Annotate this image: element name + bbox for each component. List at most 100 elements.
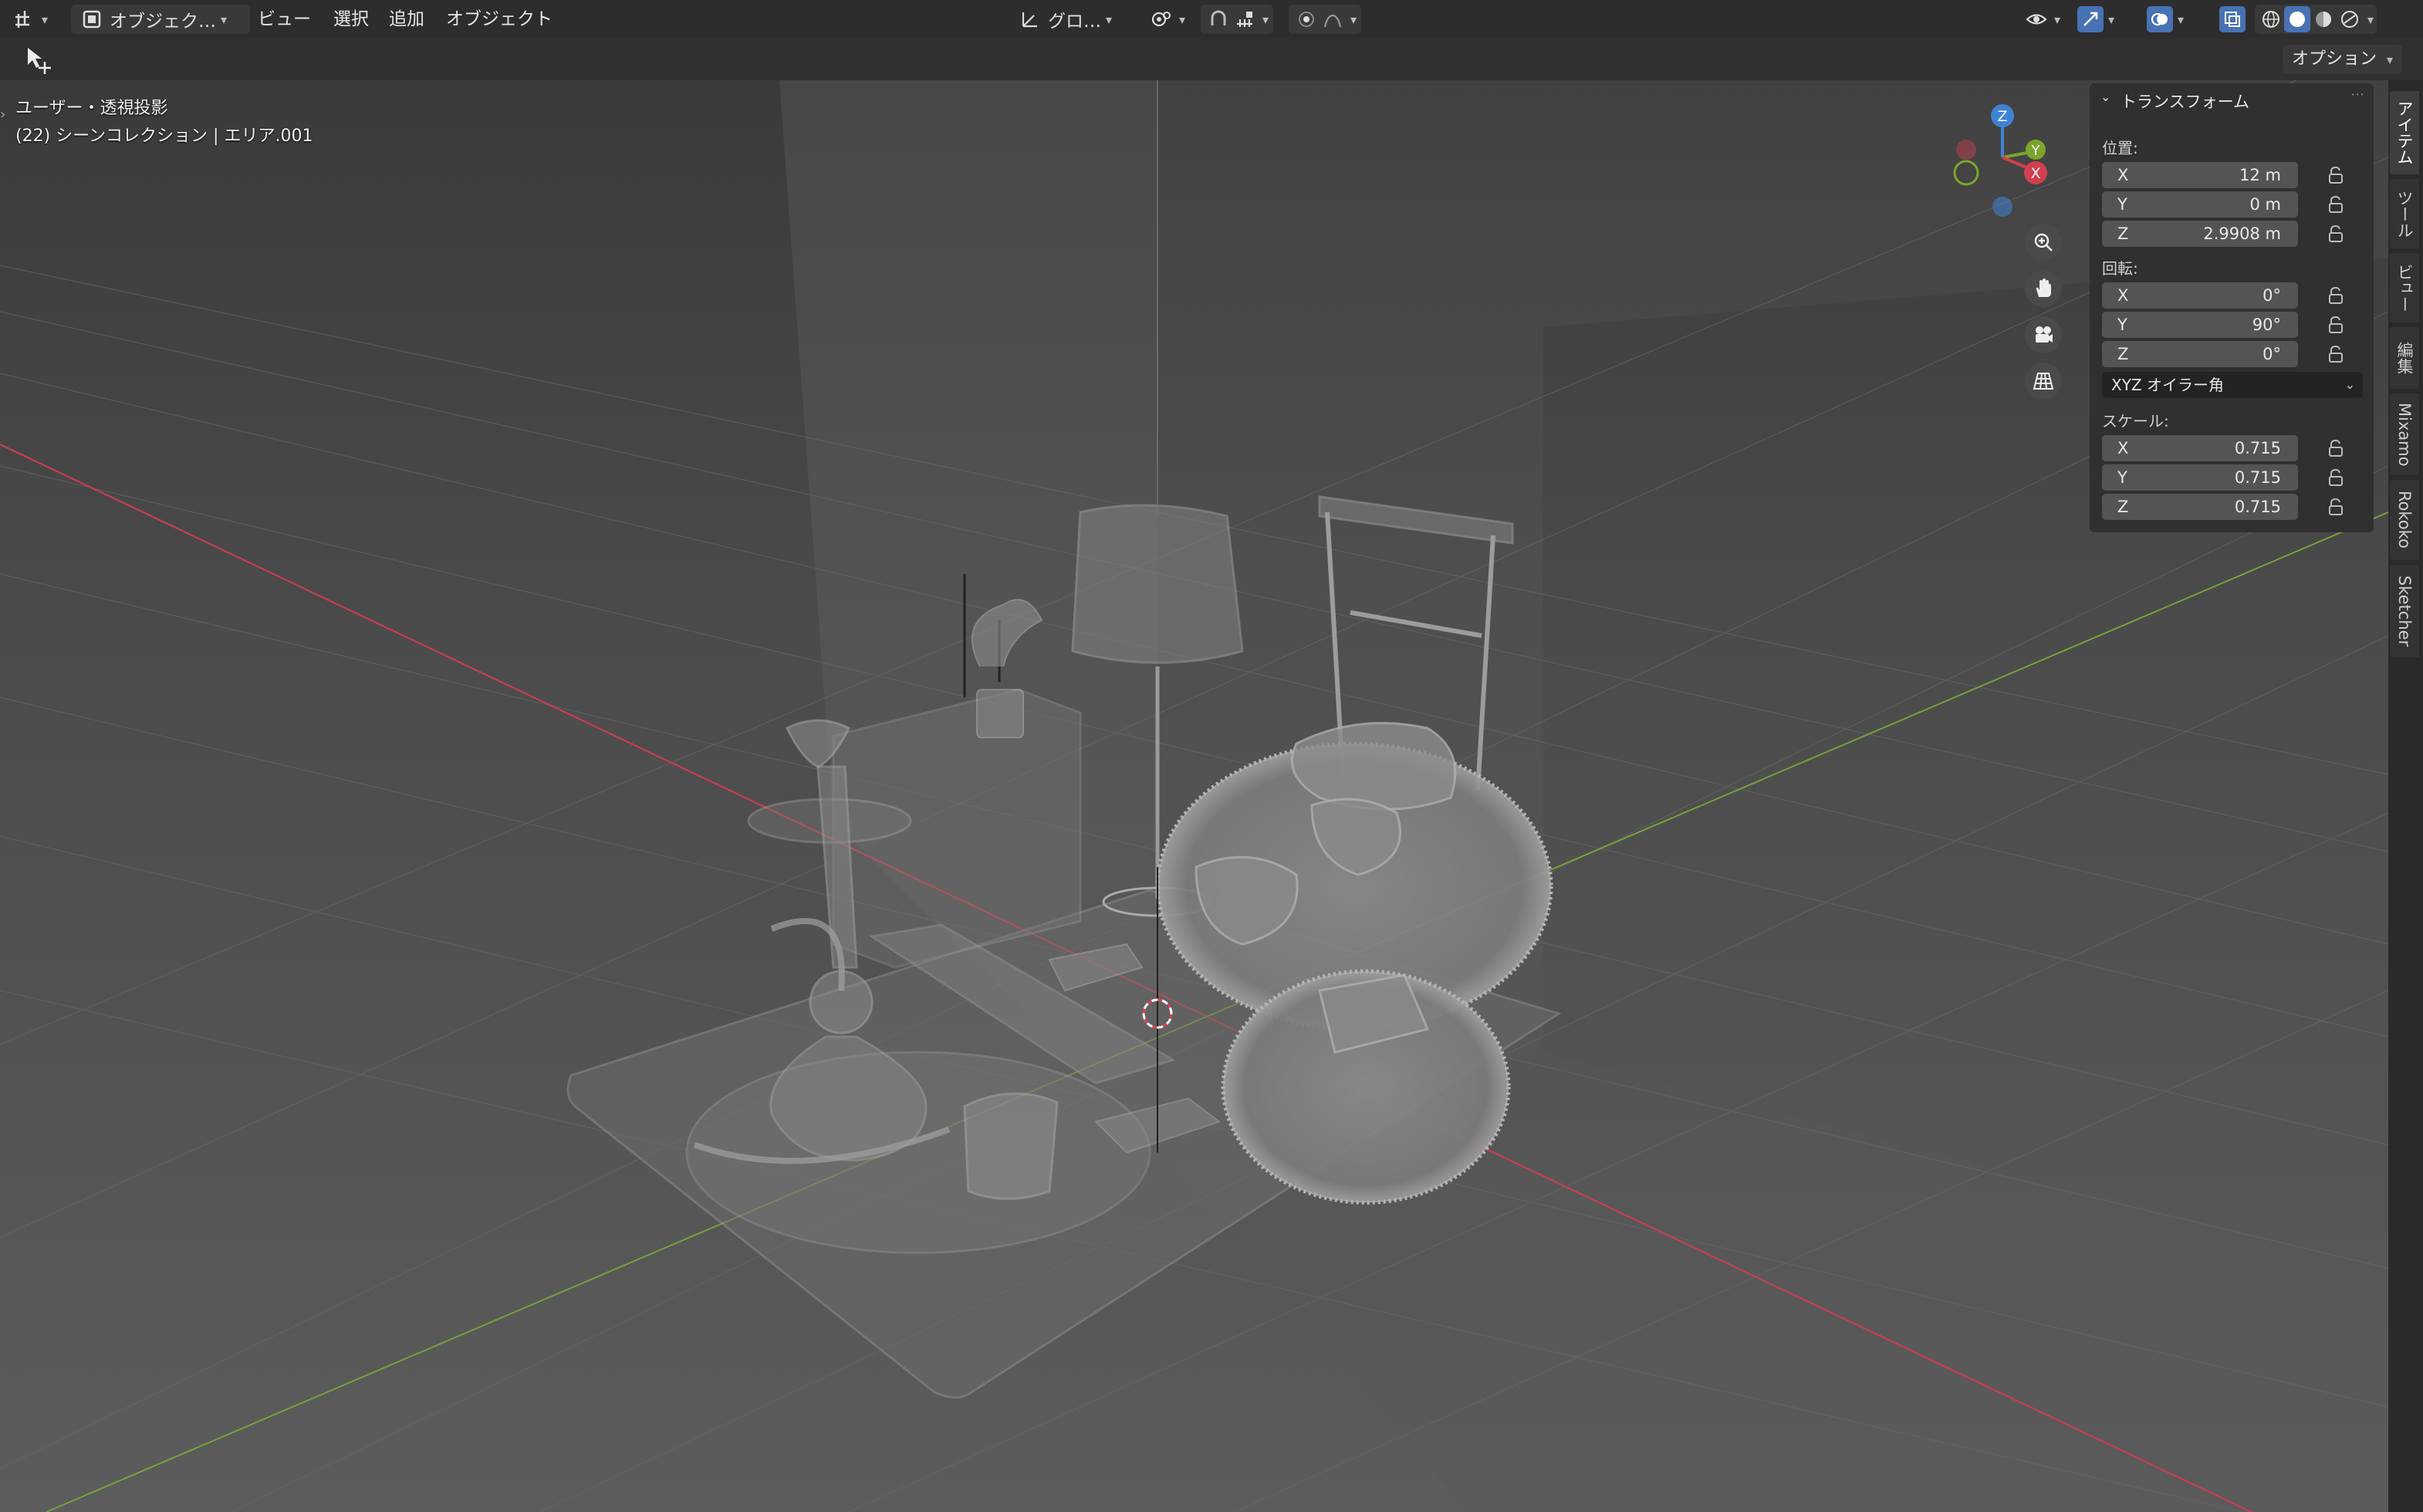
pan-button[interactable] [2025, 270, 2062, 307]
axis-label: X [2117, 286, 2129, 305]
zoom-button[interactable] [2025, 224, 2062, 261]
3d-viewport[interactable]: ユーザー・透視投影 (22) シーンコレクション | エリア.001 › Z Y… [0, 80, 2388, 1512]
location-x-field[interactable]: X 12 m [2102, 162, 2298, 188]
pivot-icon [1148, 6, 1174, 32]
field-value: 0.715 [2234, 468, 2281, 487]
scale-label: スケール: [2102, 412, 2169, 430]
gizmo-y-label: Y [2031, 143, 2041, 159]
menu-add[interactable]: 追加 [383, 5, 431, 34]
menu-select[interactable]: 選択 [327, 5, 375, 34]
lock-icon[interactable] [2326, 344, 2346, 364]
mode-label: オブジェク… [110, 12, 216, 32]
camera-icon [2036, 326, 2053, 343]
axis-label: Y [2117, 316, 2127, 334]
navigation-gizmo[interactable]: Z Y X [1945, 96, 2060, 227]
proportional-editing-group: ▾ [1289, 5, 1362, 34]
options-label: オプション [2292, 49, 2377, 69]
collection-info-label: (22) シーンコレクション | エリア.001 [15, 127, 313, 146]
visibility-dropdown[interactable]: ▾ [2023, 5, 2060, 34]
view-name-label: ユーザー・透視投影 [15, 99, 168, 118]
overlays-toggle[interactable]: ▾ [2147, 5, 2184, 34]
tab-view[interactable]: ビュー [2390, 253, 2419, 322]
chevron-down-icon: ▾ [2387, 52, 2394, 67]
lock-icon[interactable] [2326, 467, 2346, 488]
pivot-point-button[interactable]: ▾ [1148, 5, 1185, 34]
field-value: 90° [2252, 316, 2281, 334]
rotation-label: 回転: [2102, 259, 2138, 278]
lock-icon[interactable] [2326, 194, 2346, 214]
rotation-y-field[interactable]: Y 90° [2102, 312, 2298, 338]
snap-toggle-icon[interactable] [1205, 6, 1232, 32]
editor-type-icon [11, 6, 37, 32]
scale-z-field[interactable]: Z 0.715 [2102, 494, 2298, 520]
proportional-editing-icon[interactable] [1293, 6, 1320, 32]
axis-label: Z [2117, 345, 2129, 363]
zoom-icon [2034, 233, 2053, 251]
mode-dropdown[interactable]: オブジェク… ▾ [71, 5, 250, 34]
viewport-header: ▾ オブジェク… ▾ ビュー 選択 追加 オブジェクト グロ… ▾ ▾ ▾ ▾ … [0, 0, 2423, 39]
hand-icon [2036, 278, 2051, 297]
rotation-z-field[interactable]: Z 0° [2102, 341, 2298, 367]
tab-rokoko[interactable]: Rokoko [2390, 480, 2419, 560]
select-box-tool-icon[interactable] [23, 45, 54, 76]
tab-edit[interactable]: 編集 [2390, 327, 2419, 389]
grid-icon [2033, 373, 2054, 390]
field-value: 0 m [2249, 195, 2282, 214]
options-dropdown[interactable]: オプション ▾ [2283, 45, 2403, 74]
chevron-down-icon: ▾ [2054, 12, 2061, 27]
tab-item[interactable]: アイテム [2390, 91, 2419, 174]
orientation-label: グロ… [1048, 12, 1101, 32]
menu-view[interactable]: ビュー [252, 5, 317, 34]
editor-type-button[interactable]: ▾ [11, 5, 48, 34]
gizmo-toggle[interactable]: ▾ [2077, 5, 2114, 34]
transform-orientation-dropdown[interactable]: グロ… ▾ [1017, 5, 1112, 34]
menu-object[interactable]: オブジェクト [440, 5, 559, 34]
axis-label: X [2117, 439, 2129, 457]
gizmo-x-label: X [2030, 165, 2040, 182]
gizmo-icon [2077, 6, 2104, 32]
panel-title[interactable]: トランスフォーム [2121, 89, 2249, 113]
chevron-down-icon: ▾ [42, 12, 49, 27]
rendered-shading-icon[interactable] [2337, 6, 2363, 32]
chevron-down-icon: ▾ [221, 12, 228, 27]
chevron-down-icon: ▾ [2367, 12, 2374, 27]
material-shading-icon[interactable] [2310, 6, 2337, 32]
scale-y-field[interactable]: Y 0.715 [2102, 464, 2298, 491]
scale-x-field[interactable]: X 0.715 [2102, 435, 2298, 461]
axis-label: Y [2117, 468, 2127, 487]
lock-icon[interactable] [2326, 224, 2346, 244]
xray-toggle[interactable] [2219, 5, 2246, 34]
lock-icon[interactable] [2326, 285, 2346, 305]
lock-icon[interactable] [2326, 438, 2346, 458]
location-z-field[interactable]: Z 2.9908 m [2102, 221, 2298, 247]
field-value: 2.9908 m [2203, 224, 2281, 243]
drag-handle-icon[interactable]: ⋯ [2350, 86, 2364, 103]
object-mode-icon [79, 6, 105, 32]
lock-icon[interactable] [2326, 165, 2346, 185]
location-y-field[interactable]: Y 0 m [2102, 191, 2298, 218]
tool-header: オプション ▾ [0, 39, 2423, 80]
chevron-down-icon: ⌄ [2344, 377, 2355, 392]
solid-shading-icon[interactable] [2284, 6, 2310, 32]
axis-label: Z [2117, 224, 2129, 243]
rotation-mode-dropdown[interactable]: XYZ オイラー角 ⌄ [2102, 372, 2363, 398]
rotation-x-field[interactable]: X 0° [2102, 282, 2298, 309]
snap-increment-icon[interactable] [1232, 6, 1258, 32]
toolbar-expand-icon[interactable]: › [0, 106, 5, 123]
falloff-curve-icon[interactable] [1320, 6, 1346, 32]
eye-icon [2023, 6, 2050, 32]
transform-panel: ⌄ トランスフォーム ⋯ 位置: X 12 m Y 0 m Z 2.9908 m 回転… [2090, 83, 2374, 532]
chevron-down-icon: ▾ [1106, 12, 1113, 27]
gizmo-z-label: Z [1997, 108, 2007, 125]
tab-mixamo[interactable]: Mixamo [2390, 393, 2419, 475]
field-value: 0.715 [2234, 439, 2281, 457]
overlays-icon [2147, 6, 2173, 32]
camera-view-button[interactable] [2025, 316, 2062, 353]
wireframe-shading-icon[interactable] [2258, 6, 2284, 32]
lock-icon[interactable] [2326, 315, 2346, 335]
lock-icon[interactable] [2326, 497, 2346, 517]
perspective-toggle-button[interactable] [2025, 363, 2062, 400]
tab-tool[interactable]: ツール [2390, 179, 2419, 248]
chevron-down-icon[interactable]: ⌄ [2100, 89, 2110, 104]
tab-sketcher[interactable]: Sketcher [2390, 565, 2419, 657]
